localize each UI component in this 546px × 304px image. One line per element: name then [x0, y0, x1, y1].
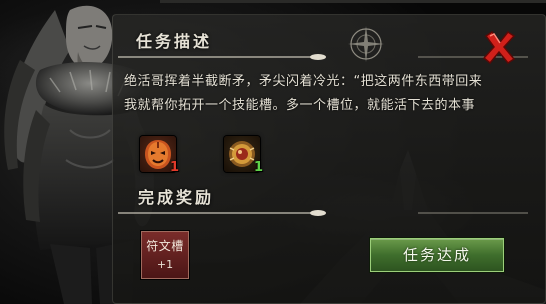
- item-1-count: 1: [170, 160, 180, 175]
- reward-label: 符文槽: [146, 239, 184, 253]
- compass-emblem-icon: [348, 26, 384, 62]
- item-2-count: 1: [254, 160, 264, 175]
- close-x-icon[interactable]: [480, 28, 518, 66]
- description-line-1: 绝活哥挥着半截断矛，矛尖闪着冷光：“把这两件东西带回来: [124, 74, 483, 89]
- quest-description-text: 绝活哥挥着半截断矛，矛尖闪着冷光：“把这两件东西带回来 我就帮你拓开一个技能槽。…: [124, 70, 524, 118]
- top-status-strip: [160, 0, 546, 3]
- reward-amount: +1: [156, 258, 174, 271]
- reward-divider-ornament: [118, 210, 528, 216]
- title-divider-ornament: [118, 54, 528, 60]
- quest-description-title: 任务描述: [136, 32, 213, 51]
- reward-title: 完成奖励: [138, 188, 215, 207]
- reward-rune-slot[interactable]: 符文槽 +1: [141, 231, 189, 279]
- description-line-2: 我就帮你拓开一个技能槽。多一个槽位，就能活下去的本事: [124, 98, 476, 113]
- complete-quest-button[interactable]: 任务达成: [370, 238, 504, 272]
